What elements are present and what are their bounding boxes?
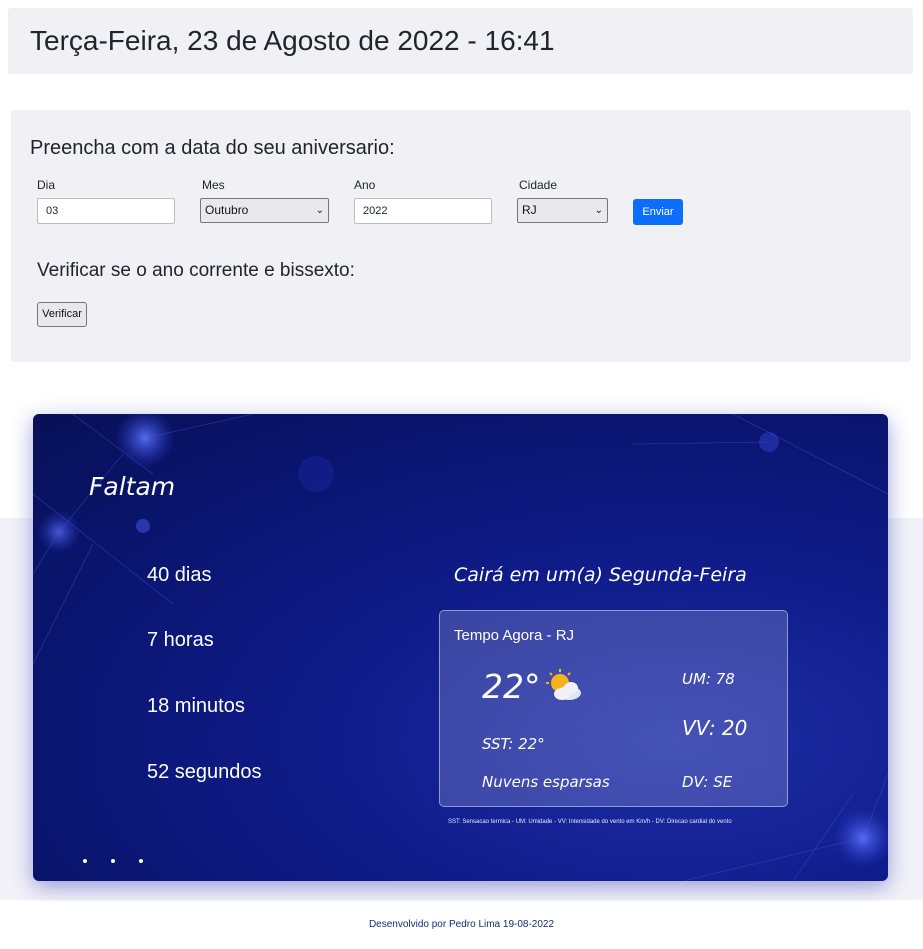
mes-select-value: Outubro	[205, 203, 249, 217]
footer-text: Desenvolvido por Pedro Lima 19-08-2022	[368, 919, 555, 930]
weather-description: Nuvens esparsas	[482, 773, 610, 791]
temperature: 22°	[482, 667, 541, 706]
wind-direction: DV: SE	[682, 773, 733, 791]
dot[interactable]	[111, 859, 115, 863]
dot[interactable]	[83, 859, 87, 863]
leap-year-title: Verificar se o ano corrente e bissexto:	[37, 260, 355, 281]
mes-label: Mes	[202, 178, 225, 192]
ano-input[interactable]: 2022	[354, 198, 492, 224]
mes-select[interactable]: Outubro ⌄	[200, 198, 329, 223]
weather-card: Tempo Agora - RJ 22° UM: 78 VV: 20 SST: …	[439, 610, 788, 807]
cidade-label: Cidade	[519, 178, 558, 192]
wind-speed: VV: 20	[682, 716, 748, 740]
submit-button[interactable]: Enviar	[633, 199, 683, 225]
ano-label: Ano	[354, 178, 376, 192]
countdown-days: 40 dias	[147, 564, 212, 586]
partly-cloudy-icon	[544, 669, 584, 707]
weekday-text: Cairá em um(a) Segunda-Feira	[454, 564, 747, 586]
weather-title: Tempo Agora - RJ	[454, 627, 575, 644]
cidade-select-value: RJ	[522, 203, 537, 217]
verify-button[interactable]: Verificar	[37, 302, 87, 327]
carousel-dots	[83, 848, 167, 867]
feels-like: SST: 22°	[482, 735, 545, 753]
page-title: Terça-Feira, 23 de Agosto de 2022 - 16:4…	[30, 25, 555, 56]
chevron-down-icon: ⌄	[594, 205, 603, 216]
dia-label: Dia	[37, 178, 56, 192]
cidade-select[interactable]: RJ ⌄	[517, 198, 608, 223]
date-header: Terça-Feira, 23 de Agosto de 2022 - 16:4…	[8, 8, 913, 74]
dia-input[interactable]: 03	[37, 198, 175, 224]
countdown-hours: 7 horas	[147, 629, 214, 651]
weather-legend: SST: Sensacao termica - UM: Umidade - VV…	[448, 819, 732, 825]
countdown-panel: Faltam 40 dias 7 horas 18 minutos 52 seg…	[33, 414, 888, 881]
humidity: UM: 78	[682, 670, 735, 688]
birthday-form: Preencha com a data do seu aniversario: …	[11, 110, 911, 362]
dot[interactable]	[139, 859, 143, 863]
countdown-title: Faltam	[89, 472, 176, 501]
footer: Desenvolvido por Pedro Lima 19-08-2022	[0, 902, 923, 946]
countdown-seconds: 52 segundos	[147, 761, 262, 783]
countdown-minutes: 18 minutos	[147, 695, 245, 717]
form-title: Preencha com a data do seu aniversario:	[30, 137, 395, 159]
chevron-down-icon: ⌄	[315, 205, 324, 216]
